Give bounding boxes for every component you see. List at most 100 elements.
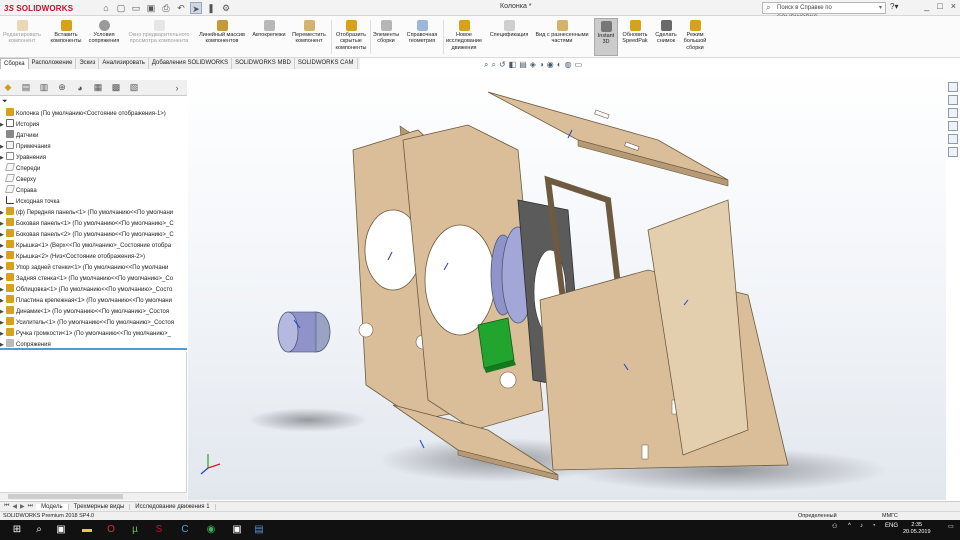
reference-geometry-button[interactable]: Справочная геометрия [403,20,441,45]
solidworks-taskbar-icon[interactable]: S [152,523,166,537]
tab-assembly[interactable]: Сборка [0,58,29,69]
minimize-button[interactable]: _ [924,1,929,11]
edit-appearance-icon[interactable]: ◐ [557,60,562,70]
tree-item[interactable]: ▶ Облицовка<1> (По умолчанию<<По умолчани… [0,284,187,295]
filter-icon[interactable]: ⏷ [2,98,8,106]
select-icon[interactable]: ➤ [190,2,202,14]
linear-pattern-button[interactable]: Линейный массив компонентов [196,20,248,45]
large-assembly-mode-button[interactable]: Режим большой сборки [681,20,709,51]
section-view-icon[interactable]: ◧ [509,60,517,70]
tree-item[interactable]: ▶ Крышка<1> (Верх<<По умолчанию>_Состояни… [0,240,187,251]
app-green-icon[interactable]: ◉ [204,523,218,537]
coordinate-triad[interactable] [200,454,221,475]
notifications-icon[interactable]: ▭ [948,523,954,530]
smart-fasteners-button[interactable]: Автокрепежи [250,20,288,38]
tree-item[interactable]: Датчики [0,130,187,141]
tree-item[interactable]: ▶ Задняя стенка<1> (По умолчанию<<По умол… [0,273,187,284]
language-indicator[interactable]: ENG [885,523,898,529]
print-icon[interactable]: ⎙ [160,2,172,14]
tree-item[interactable]: ▶ Сопряжения [0,339,187,348]
component-preview-button[interactable]: Окно предварительного просмотра компонен… [124,20,194,45]
file-explorer-icon[interactable] [948,108,958,118]
app-dark-icon[interactable]: ▣ [230,523,244,537]
tab-mbd[interactable]: SOLIDWORKS MBD [232,58,295,69]
tree-item[interactable]: ▶ Ручка громкости<1> (По умолчанию<<По ум… [0,328,187,339]
tree-root[interactable]: Колонка (По умолчанию<Состояние отображе… [0,108,187,119]
instant-3d-button[interactable]: Instant 3D [594,18,618,56]
help-search-input[interactable]: ⌕ Поиск в Справке по SOLIDWORKS ▾ [762,2,886,21]
show-hidden-components-button[interactable]: Отобразить скрытые компоненты [333,20,369,51]
tree-item[interactable]: Справа [0,185,187,196]
new-motion-study-button[interactable]: Новое исследование движения [444,20,484,51]
tab-evaluate[interactable]: Анализировать [99,58,149,69]
file-explorer-icon[interactable]: ▬ [80,523,94,537]
custom-properties-icon[interactable] [948,147,958,157]
horizontal-scrollbar[interactable] [0,492,187,500]
tree-item[interactable]: ▶ Боковая панель<2> (По умолчанию<<По умо… [0,229,187,240]
scrollbar-thumb[interactable] [8,494,123,499]
previous-view-icon[interactable]: ↺ [499,60,506,70]
undo-icon[interactable]: ↶ [175,2,187,14]
last-tab-icon[interactable]: ⏭ [28,503,33,510]
rebuild-icon[interactable]: ❚ [205,2,217,14]
options-icon[interactable]: ⚙ [220,2,232,14]
tree-item[interactable]: ▶ Уравнения [0,152,187,163]
tray-chevron-icon[interactable]: ^ [848,523,851,529]
new-icon[interactable]: ▢ [115,2,127,14]
tree-item[interactable]: ▶ (ф) Передняя панель<1> (По умолчанию<<П… [0,207,187,218]
cam-feature-icon[interactable]: ▦ [92,82,104,93]
display-style-icon[interactable]: ◑ [539,60,544,70]
first-tab-icon[interactable]: ⏮ [4,503,9,510]
insert-components-button[interactable]: Вставить компоненты [45,20,87,45]
tree-item[interactable]: ▶ Крышка<2> (Низ<Состояние отображения-2>… [0,251,187,262]
tab-addins[interactable]: Добавления SOLIDWORKS [149,58,233,69]
edit-component-button[interactable]: Редактировать компонент [2,20,42,45]
scene-icon[interactable]: ◍ [565,60,572,70]
app-blue-icon[interactable]: ▤ [252,523,266,537]
tree-item[interactable]: ▶ Динамик<1> (По умолчанию<<По умолчанию>… [0,306,187,317]
appearances-icon[interactable] [948,134,958,144]
people-icon[interactable]: ⚇ [832,523,837,530]
assembly-features-button[interactable]: Элементы сборки [371,20,401,45]
tab-motion-study[interactable]: Исследование движения 1 [130,503,216,510]
tab-sketch[interactable]: Эскиз [76,58,100,69]
chevron-down-icon[interactable]: ▾ [879,3,882,13]
volume-icon[interactable]: ♪ [860,523,863,529]
tree-item[interactable]: ▶ Боковая панель<1> (По умолчанию<<По умо… [0,218,187,229]
help-icon[interactable]: ?▾ [890,2,898,11]
zoom-area-icon[interactable]: ⌕ [491,60,495,70]
tree-item[interactable]: Сверху [0,174,187,185]
tree-item[interactable]: ▶ История [0,119,187,130]
network-icon[interactable]: ◔ [872,523,876,529]
save-icon[interactable]: ▣ [145,2,157,14]
take-snapshot-button[interactable]: Сделать снимок [652,20,680,45]
display-manager-icon[interactable]: ◕ [74,83,86,93]
top-lid-part[interactable] [487,91,729,187]
view-palette-icon[interactable] [948,121,958,131]
solidworks-logo[interactable]: 3S SOLIDWORKS [4,2,73,14]
tree-item[interactable]: ▶ Примечания [0,141,187,152]
windows-start-icon[interactable]: ⊞ [10,523,24,537]
update-speedpak-button[interactable]: Обновить SpeedPak [620,20,650,45]
open-icon[interactable]: ▭ [130,2,142,14]
close-button[interactable]: × [951,1,956,11]
design-library-icon[interactable] [948,95,958,105]
cam-operation-icon[interactable]: ▩ [110,82,122,93]
tab-3d-views[interactable]: Трехмерные виды [69,503,131,510]
hide-show-icon[interactable]: ◉ [547,60,554,70]
maximize-button[interactable]: □ [937,1,942,11]
solidworks-resources-icon[interactable] [948,82,958,92]
tree-item[interactable]: Спереди [0,163,187,174]
task-view-icon[interactable]: ▣ [54,523,68,537]
search-icon[interactable]: ⌕ [32,523,46,537]
configuration-manager-icon[interactable]: ▥ [38,82,50,93]
tab-layout[interactable]: Расположение [29,58,77,69]
tree-item[interactable]: Исходная точка [0,196,187,207]
tree-item[interactable]: ▶ Упор задней стенки<1> (По умолчанию<<По… [0,262,187,273]
opera-icon[interactable]: O [104,523,118,537]
volume-knob-part[interactable] [277,311,331,353]
zoom-to-fit-icon[interactable]: ⌕ [484,60,488,70]
app-c-icon[interactable]: C [178,523,192,537]
chevron-right-icon[interactable]: › [171,83,183,93]
view-settings-icon[interactable]: ▭ [575,60,583,70]
